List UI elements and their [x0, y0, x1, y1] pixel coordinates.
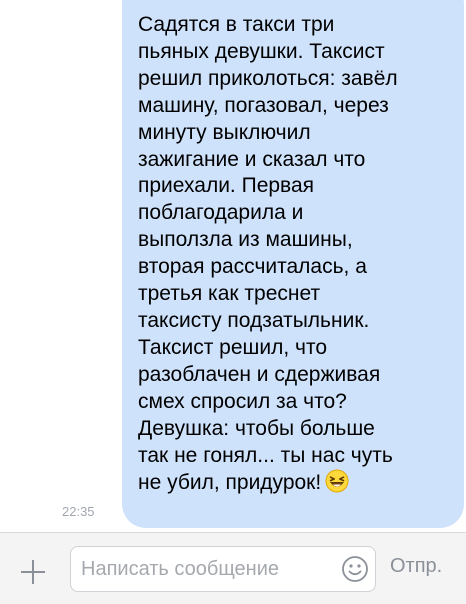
message-line: таксисту подзатыльник. [138, 308, 370, 332]
message-line: так не гонял... ты нас чуть [138, 443, 393, 467]
message-line: зажигание и сказал что [138, 147, 366, 171]
message-line: выползла из машины, [138, 228, 353, 252]
message-line: машину, погазовал, через [138, 93, 389, 117]
message-composer: Отпр. [0, 532, 466, 604]
message-timestamp: 22:35 [62, 504, 95, 519]
smile-icon[interactable] [341, 555, 369, 583]
message-line: пьяных девушки. Таксист [138, 39, 385, 63]
plus-icon[interactable] [18, 557, 48, 587]
send-button[interactable]: Отпр. [390, 555, 442, 578]
message-line: Таксист решил, что [138, 335, 328, 359]
message-line: приехали. Первая [138, 174, 315, 198]
message-line-last: не убил, придурок! [138, 469, 450, 501]
message-input-wrapper [70, 546, 376, 592]
message-line: минуту выключил [138, 120, 311, 144]
message-line: Садятся в такси три [138, 13, 335, 36]
message-bubble[interactable]: Садятся в такси три пьяных девушки. Такс… [122, 0, 464, 528]
message-input[interactable] [81, 547, 333, 591]
laughing-face-emoji-icon [325, 469, 349, 501]
message-text: Садятся в такси три пьяных девушки. Такс… [138, 12, 450, 501]
message-line: третья как треснет [138, 282, 321, 306]
message-line-text: не убил, придурок! [138, 471, 322, 495]
chat-history: Садятся в такси три пьяных девушки. Такс… [0, 0, 466, 532]
message-line: решил приколоться: завёл [138, 66, 398, 90]
message-line: смех спросил за что? [138, 389, 347, 413]
message-line: вторая рассчиталась, а [138, 255, 367, 279]
message-line: разоблачен и сдерживая [138, 362, 381, 386]
message-line: Девушка: чтобы больше [138, 416, 375, 440]
message-line: поблагодарила и [138, 201, 304, 225]
